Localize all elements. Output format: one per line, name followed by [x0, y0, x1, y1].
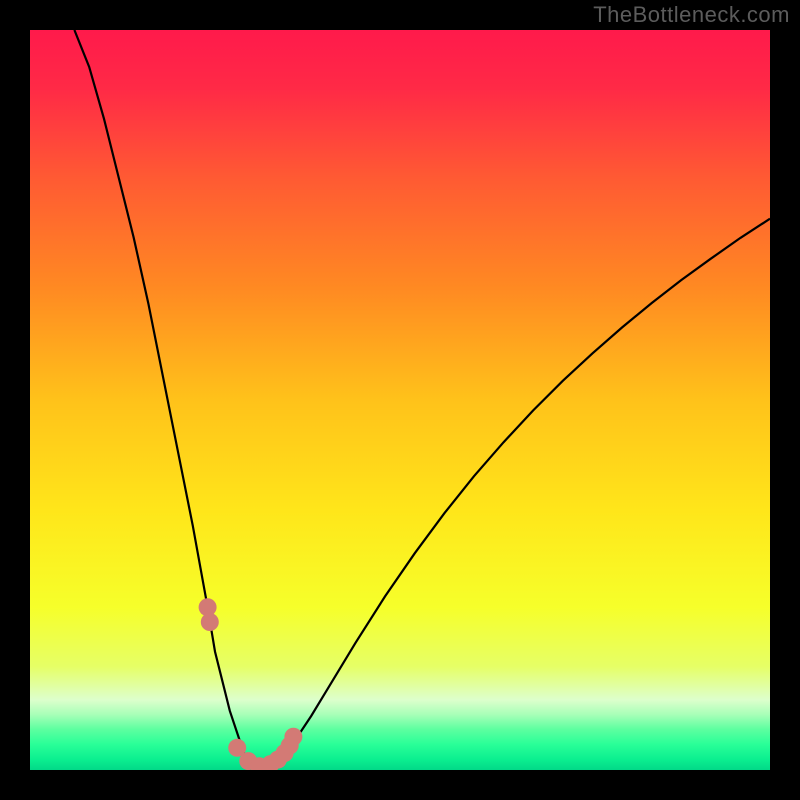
- plot-background: [30, 30, 770, 770]
- bottleneck-chart: [0, 0, 800, 800]
- chart-container: TheBottleneck.com: [0, 0, 800, 800]
- data-marker: [284, 728, 302, 746]
- data-marker: [201, 613, 219, 631]
